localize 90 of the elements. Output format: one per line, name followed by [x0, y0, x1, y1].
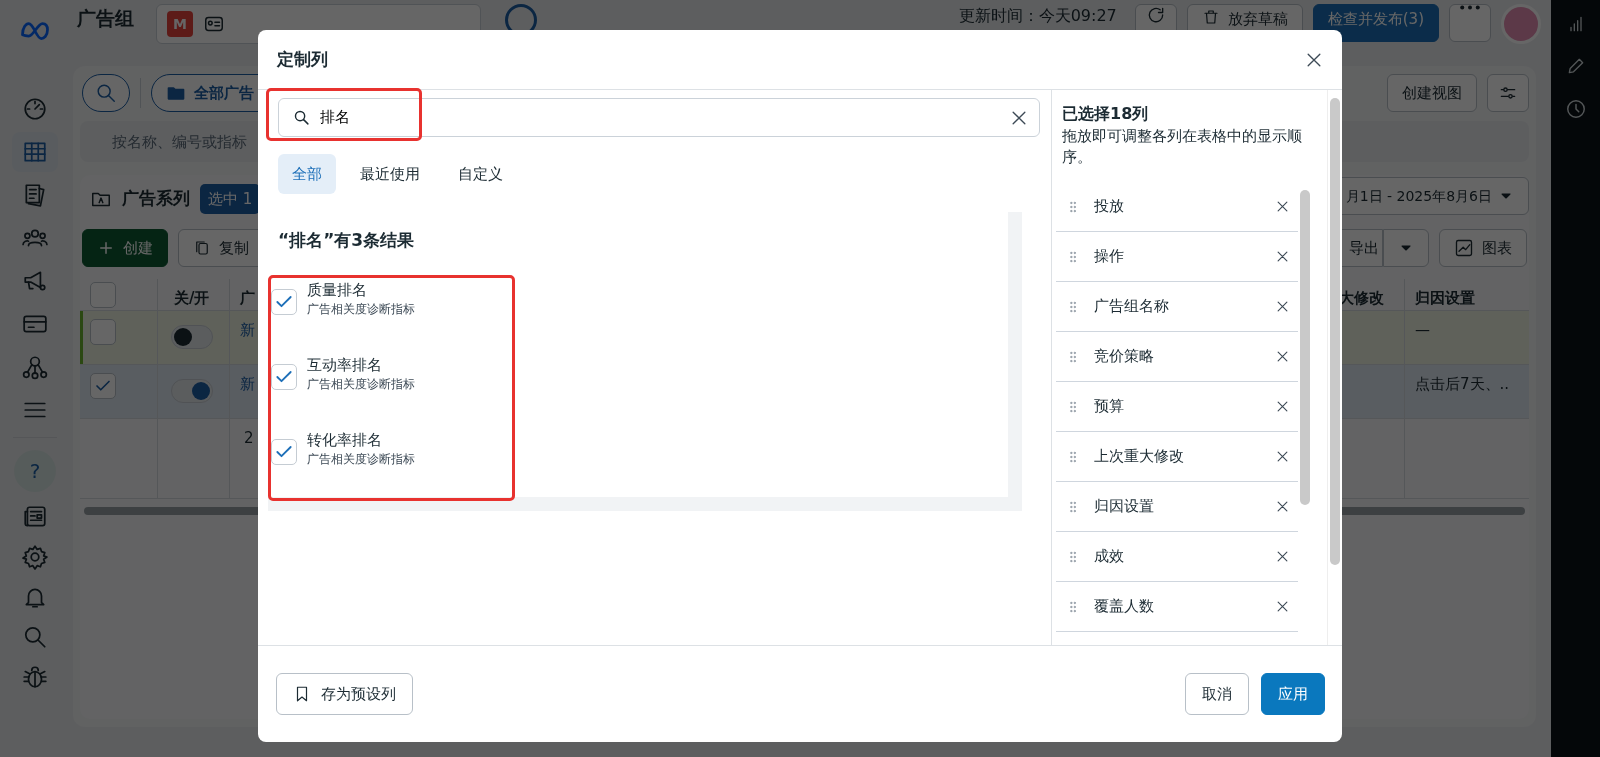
- more-icon: [1460, 5, 1480, 10]
- remove-button[interactable]: [1275, 249, 1290, 264]
- close-icon: [1275, 399, 1290, 414]
- remove-button[interactable]: [1275, 499, 1290, 514]
- checkbox[interactable]: [90, 319, 116, 345]
- table-icon: [22, 139, 48, 165]
- settings-button[interactable]: [1487, 74, 1529, 112]
- more-button[interactable]: [1449, 4, 1491, 42]
- close-icon: [1275, 199, 1290, 214]
- table-cell-text: 点击后7天、..: [1415, 374, 1510, 395]
- account-avatar: M: [167, 11, 193, 37]
- table-cell-text: —: [1415, 320, 1430, 341]
- help-button[interactable]: ?: [14, 450, 56, 492]
- results-heading: “排名”有3条结果: [277, 229, 415, 252]
- bug-icon: [22, 664, 48, 690]
- checkbox[interactable]: [90, 373, 116, 399]
- close-icon: [1275, 299, 1290, 314]
- ad-group-link[interactable]: 新: [240, 319, 255, 342]
- column-name: 上次重大修改: [1094, 446, 1185, 468]
- network-icon: [22, 354, 48, 380]
- column-header: 关/开: [174, 288, 210, 309]
- column-name: 成效: [1094, 546, 1125, 568]
- section-title: 广告系列: [122, 187, 190, 211]
- page-title: 广告组: [77, 6, 134, 31]
- toggle-switch[interactable]: [171, 379, 213, 403]
- newspaper-icon: [22, 504, 48, 530]
- nav-button[interactable]: [12, 132, 58, 172]
- cancel-button[interactable]: 取消: [1185, 673, 1249, 715]
- search-button[interactable]: [82, 74, 130, 112]
- create-button[interactable]: 创建: [82, 229, 168, 267]
- remove-button[interactable]: [1275, 299, 1290, 314]
- clock-icon: [1564, 98, 1587, 120]
- chart-icon: [1454, 238, 1474, 258]
- remove-button[interactable]: [1275, 449, 1290, 464]
- column-name: 预算: [1094, 396, 1125, 418]
- close-icon: [1275, 349, 1290, 364]
- close-icon: [1275, 449, 1290, 464]
- update-time: 更新时间：今天09:27: [958, 5, 1117, 27]
- search-icon: [95, 82, 117, 104]
- table-cell-text: 2: [244, 428, 254, 449]
- remove-button[interactable]: [1275, 399, 1290, 414]
- close-icon: [1275, 499, 1290, 514]
- scrollbar[interactable]: [1327, 90, 1341, 645]
- remove-button[interactable]: [1275, 599, 1290, 614]
- export-menu-button[interactable]: [1383, 229, 1429, 267]
- settings-icon: [22, 544, 48, 570]
- selection-badge: 选中 1: [200, 183, 261, 215]
- filter-tab[interactable]: 自定义: [444, 154, 517, 194]
- megaphone-icon: [22, 268, 48, 294]
- column-name: 归因设置: [1094, 496, 1155, 518]
- option-title: 质量排名: [307, 279, 368, 300]
- profile-avatar[interactable]: [1501, 4, 1541, 44]
- save-preset-button[interactable]: 存为预设列: [276, 673, 413, 715]
- option-title: 互动率排名: [307, 354, 383, 375]
- column-name: 广告组名称: [1094, 296, 1170, 318]
- plus-icon: [97, 239, 115, 257]
- dialog-title: 定制列: [277, 47, 328, 71]
- remove-button[interactable]: [1275, 349, 1290, 364]
- column-header: 广: [240, 288, 255, 309]
- panel-heading: 已选择18列: [1061, 103, 1150, 125]
- close-icon: [1275, 249, 1290, 264]
- copy-icon: [193, 239, 211, 257]
- column-name: 操作: [1094, 246, 1125, 268]
- gauge-icon: [22, 96, 48, 122]
- chart-button[interactable]: 图表: [1439, 229, 1527, 267]
- toggle-switch[interactable]: [171, 325, 213, 349]
- apply-button[interactable]: 应用: [1261, 673, 1325, 715]
- close-icon: [1275, 549, 1290, 564]
- search-icon: [293, 109, 310, 126]
- search-field[interactable]: 排名: [278, 98, 1040, 137]
- column-name: 竞价策略: [1094, 346, 1155, 368]
- trash-icon: [1201, 8, 1220, 26]
- column-name: 投放: [1094, 196, 1125, 218]
- option-description: 广告相关度诊断指标: [307, 300, 415, 318]
- search-icon: [22, 624, 48, 650]
- column-name: 覆盖人数: [1094, 596, 1155, 618]
- panel-hint: 拖放即可调整各列在表格中的显示顺序。: [1061, 126, 1303, 168]
- remove-button[interactable]: [1275, 199, 1290, 214]
- ad-group-link[interactable]: 新: [240, 373, 255, 396]
- option-description: 广告相关度诊断指标: [307, 450, 415, 468]
- option-description: 广告相关度诊断指标: [307, 375, 415, 393]
- publish-button[interactable]: 检查并发布(3): [1312, 4, 1439, 42]
- checkbox[interactable]: [90, 282, 116, 308]
- option-title: 转化率排名: [307, 429, 383, 450]
- column-header: 归因设置: [1415, 288, 1475, 309]
- remove-button[interactable]: [1275, 549, 1290, 564]
- filter-tab[interactable]: 最近使用: [346, 154, 434, 194]
- filter-tab[interactable]: 全部: [278, 154, 336, 194]
- create-view-button[interactable]: 创建视图: [1387, 74, 1477, 112]
- close-icon: [1275, 599, 1290, 614]
